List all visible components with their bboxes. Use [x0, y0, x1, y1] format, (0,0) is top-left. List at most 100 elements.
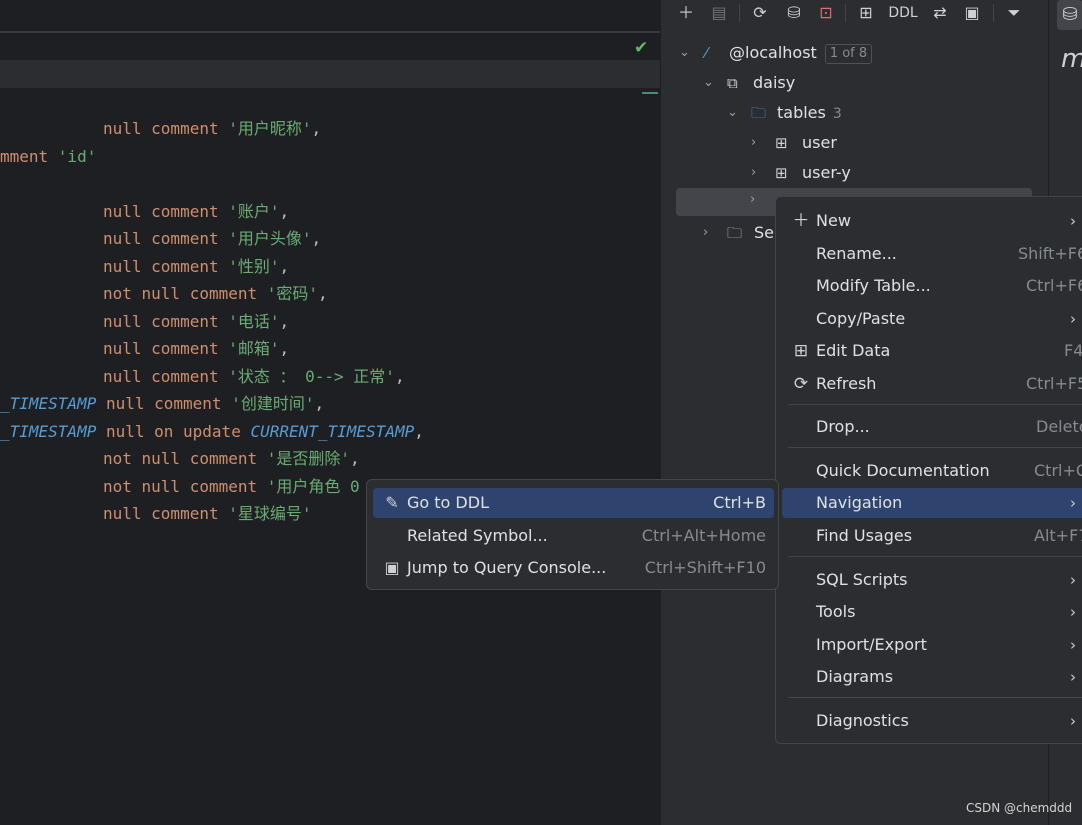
- menu-item-edit-data[interactable]: ⊞ Edit Data F4: [782, 336, 1082, 366]
- folder-icon: 🗀: [751, 104, 767, 122]
- code-token: '邮箱': [228, 339, 280, 358]
- code-token: not null comment: [103, 284, 267, 303]
- editor-top-band: [0, 0, 660, 31]
- menu-item-sql-scripts[interactable]: SQL Scripts ›: [782, 565, 1082, 595]
- mysql-icon: ⁄: [705, 44, 708, 62]
- tree-item-label: tables 3: [777, 103, 842, 122]
- watermark: CSDN @chemddd: [966, 801, 1073, 815]
- code-token: ,: [394, 367, 405, 386]
- schema-icon: ⧉: [727, 74, 738, 92]
- menu-item-go-to-ddl[interactable]: ✎ Go to DDL Ctrl+B: [373, 488, 774, 518]
- menu-item-drop[interactable]: Drop... Delete: [782, 412, 1082, 442]
- code-token: '用户角色 0: [266, 477, 360, 496]
- code-token: '性别': [228, 257, 280, 276]
- menu-item-copy-paste[interactable]: Copy/Paste ›: [782, 304, 1082, 334]
- code-token: ,: [311, 229, 322, 248]
- sql-editor[interactable]: ✔ null comment '用户昵称', mment 'id' null com…: [0, 0, 660, 825]
- code-token: null comment: [103, 504, 229, 523]
- refresh-icon[interactable]: ⟳: [749, 2, 771, 24]
- chevron-right-icon: ›: [1070, 668, 1076, 686]
- chevron-right-icon: ›: [1070, 494, 1076, 512]
- chevron-right-icon: ›: [1070, 310, 1076, 328]
- code-line: null comment '性别',: [103, 256, 289, 278]
- code-line: mment 'id': [0, 146, 96, 168]
- code-token: null comment: [96, 394, 232, 413]
- menu-item-tools[interactable]: Tools ›: [782, 597, 1082, 627]
- menu-item-jump-to-query-console[interactable]: ▣ Jump to Query Console... Ctrl+Shift+F1…: [373, 553, 774, 583]
- plus-icon: ＋: [792, 211, 810, 231]
- code-token: ,: [311, 119, 322, 138]
- menu-item-diagrams[interactable]: Diagrams ›: [782, 662, 1082, 692]
- code-token: '状态 ： 0--> 正常': [228, 367, 395, 386]
- tree-item-label: @localhost 1 of 8: [729, 41, 873, 65]
- tree-item-label: user: [802, 133, 837, 152]
- query-console-icon[interactable]: ▣: [961, 2, 983, 24]
- tree-item-localhost[interactable]: ⌄ ⁄ @localhost 1 of 8: [679, 41, 1039, 65]
- menu-item-find-usages[interactable]: Find Usages Alt+F7: [782, 521, 1082, 551]
- menu-item-quick-documentation[interactable]: Quick Documentation Ctrl+Q: [782, 456, 1082, 486]
- menu-separator: [788, 697, 1082, 698]
- chevron-down-icon[interactable]: ⌄: [703, 71, 714, 95]
- menu-item-modify-table[interactable]: Modify Table... Ctrl+F6: [782, 271, 1082, 301]
- code-token: '星球编号': [228, 504, 312, 523]
- code-token: '账户': [228, 202, 280, 221]
- code-token: CURRENT_TIMESTAMP: [250, 422, 415, 441]
- code-token: ,: [279, 339, 290, 358]
- code-line: null comment '电话',: [103, 311, 289, 333]
- code-token: null comment: [103, 257, 229, 276]
- chevron-right-icon[interactable]: ›: [703, 221, 708, 245]
- tree-item-label: user-y: [802, 163, 851, 182]
- inspection-ok-icon[interactable]: ✔: [634, 39, 652, 57]
- menu-item-import-export[interactable]: Import/Export ›: [782, 630, 1082, 660]
- code-line: null comment '账户',: [103, 201, 289, 223]
- code-token: 'id': [57, 147, 97, 166]
- toolbar-separator: [993, 4, 994, 22]
- menu-item-diagnostics[interactable]: Diagnostics ›: [782, 706, 1082, 736]
- tree-item-badge: 1 of 8: [824, 43, 873, 64]
- code-token: not null comment: [103, 477, 267, 496]
- menu-item-rename[interactable]: Rename... Shift+F6: [782, 239, 1082, 269]
- chevron-right-icon: ›: [1070, 212, 1076, 230]
- menu-item-refresh[interactable]: ⟳ Refresh Ctrl+F5: [782, 369, 1082, 399]
- menu-item-new[interactable]: ＋ New ›: [782, 206, 1082, 236]
- tree-item-user[interactable]: › ⊞ user: [751, 131, 1031, 155]
- properties-icon[interactable]: ▤: [709, 2, 729, 24]
- code-token: null comment: [103, 202, 229, 221]
- code-token: ,: [279, 312, 290, 331]
- menu-separator: [788, 404, 1082, 405]
- code-line: null comment '用户昵称',: [103, 118, 321, 140]
- table-icon: ⊞: [775, 134, 788, 152]
- code-token: not null comment: [103, 449, 267, 468]
- tree-item-count: 3: [832, 106, 842, 122]
- chevron-right-icon[interactable]: ›: [751, 131, 756, 155]
- code-token: null comment: [103, 312, 229, 331]
- maven-icon[interactable]: m: [1061, 44, 1082, 74]
- disconnect-icon[interactable]: ⊡: [815, 2, 837, 24]
- chevron-right-icon[interactable]: ›: [751, 161, 756, 185]
- code-token: ,: [314, 394, 325, 413]
- table-icon[interactable]: ⊞: [855, 2, 877, 24]
- code-token: '创建时间': [231, 394, 315, 413]
- chevron-right-icon[interactable]: ›: [750, 192, 755, 207]
- chevron-right-icon: ›: [1070, 712, 1076, 730]
- menu-item-navigation[interactable]: Navigation ›: [782, 488, 1082, 518]
- add-icon[interactable]: ＋: [675, 2, 697, 24]
- chevron-right-icon: ›: [1070, 603, 1076, 621]
- chevron-down-icon[interactable]: ⌄: [727, 101, 738, 125]
- tree-item-daisy[interactable]: ⌄ ⧉ daisy: [703, 71, 1033, 95]
- jump-icon[interactable]: ⇄: [929, 2, 951, 24]
- code-line: not null comment '密码',: [103, 283, 328, 305]
- code-token: null on update: [96, 422, 251, 441]
- tree-item-user-y[interactable]: › ⊞ user-y: [751, 161, 1031, 185]
- code-line: not null comment '是否删除',: [103, 448, 360, 470]
- menu-separator: [788, 447, 1082, 448]
- filter-icon[interactable]: ⏷: [1003, 2, 1025, 24]
- chevron-down-icon[interactable]: ⌄: [679, 41, 690, 65]
- data-source-properties-icon[interactable]: ⛁: [783, 2, 805, 24]
- ddl-button[interactable]: DDL: [887, 2, 919, 24]
- code-line: null comment '邮箱',: [103, 338, 289, 360]
- tree-item-tables[interactable]: ⌄ 🗀 tables 3: [727, 101, 1027, 125]
- code-token: '用户昵称': [228, 119, 312, 138]
- database-tool-window-icon[interactable]: ⛁: [1057, 0, 1082, 30]
- menu-item-related-symbol[interactable]: Related Symbol... Ctrl+Alt+Home: [373, 521, 774, 551]
